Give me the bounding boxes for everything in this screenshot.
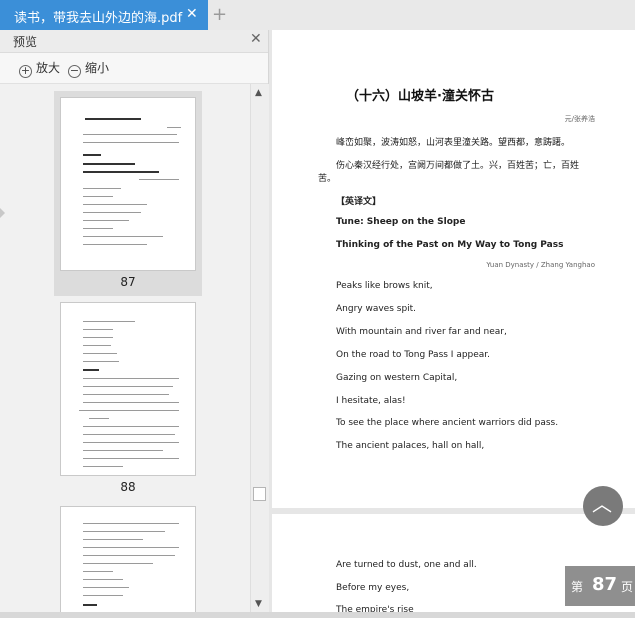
zoom-toolbar: + 放大 − 缩小: [0, 53, 268, 84]
tab-bar: 读书，带我去山外边的海.pdf ✕ +: [0, 0, 635, 31]
english-title-1: Tune: Sheep on the Slope: [336, 217, 466, 227]
poem-line: I hesitate, alas!: [336, 396, 406, 406]
section-heading: 【英译文】: [336, 197, 382, 207]
document-tab[interactable]: 读书，带我去山外边的海.pdf ✕: [0, 0, 208, 30]
back-to-top-button[interactable]: ︿: [583, 486, 623, 526]
page-indicator-prefix: 第: [571, 580, 584, 594]
poem-line: To see the place where ancient warriors …: [336, 418, 559, 428]
page-thumbnail-next[interactable]: [54, 500, 202, 618]
document-viewer[interactable]: （十六）山坡羊·潼关怀古 元/张养浩 峰峦如聚，波涛如怒，山河表里潼关路。望西都…: [269, 30, 635, 618]
page-thumbnail-87[interactable]: 87: [54, 91, 202, 296]
thumbnail-page-number: 88: [120, 480, 136, 494]
page-thumbnail-88[interactable]: 88: [54, 296, 202, 501]
thumbnail-page-image: [60, 97, 196, 271]
close-icon[interactable]: ✕: [186, 6, 198, 22]
document-page: （十六）山坡羊·潼关怀古 元/张养浩 峰峦如聚，波涛如怒，山河表里潼关路。望西都…: [272, 30, 635, 508]
poem-line: With mountain and river far and near,: [336, 327, 507, 337]
thumbnail-page-image: [60, 302, 196, 476]
poem-title: （十六）山坡羊·潼关怀古: [346, 89, 494, 104]
poem-line: 苦。: [318, 174, 337, 184]
zoom-out-button[interactable]: − 缩小: [68, 59, 109, 78]
scroll-up-icon[interactable]: ▲: [255, 88, 262, 98]
poem-line: Angry waves spit.: [336, 304, 417, 314]
poem-line: 峰峦如聚，波涛如怒，山河表里潼关路。望西都，意踌躇。: [336, 138, 571, 148]
scrollbar-thumb[interactable]: [253, 487, 266, 501]
zoom-in-icon: +: [19, 64, 32, 78]
new-tab-icon[interactable]: +: [212, 4, 227, 25]
chevron-up-icon: ︿: [592, 492, 612, 516]
poem-author: 元/张养浩: [564, 115, 595, 123]
poem-line: On the road to Tong Pass I appear.: [336, 350, 491, 360]
poem-line: Gazing on western Capital,: [336, 373, 458, 383]
zoom-in-button[interactable]: + 放大: [19, 59, 60, 78]
scroll-down-icon[interactable]: ▼: [255, 599, 262, 609]
poem-line: 伤心秦汉经行处，宫阙万间都做了土。兴，百姓苦；亡，百姓: [336, 161, 580, 171]
sidebar-close-icon[interactable]: ✕: [250, 31, 262, 47]
thumbnail-page-image: [60, 506, 196, 618]
thumbnail-page-number: 87: [120, 275, 136, 289]
preview-sidebar: 预览 ✕ + 放大 − 缩小 87 88 ▲ ▼: [0, 30, 269, 618]
poem-line: Are turned to dust, one and all.: [336, 560, 477, 570]
english-title-2: Thinking of the Past on My Way to Tong P…: [336, 240, 564, 250]
thumbnail-list: 87 88: [0, 84, 250, 618]
sidebar-header: 预览 ✕: [0, 30, 268, 53]
tab-title: 读书，带我去山外边的海.pdf: [14, 11, 183, 26]
poem-line: The ancient palaces, hall on hall,: [336, 441, 485, 451]
translation-credit: Yuan Dynasty / Zhang Yanghao: [486, 261, 595, 269]
poem-line: Before my eyes,: [336, 583, 410, 593]
sidebar-title: 预览: [13, 35, 38, 49]
zoom-out-icon: −: [68, 64, 81, 78]
page-indicator: 第 87 页: [565, 566, 635, 606]
zoom-out-label: 缩小: [85, 61, 110, 75]
current-page-number: 87: [592, 574, 618, 595]
collapse-handle-icon[interactable]: [0, 208, 5, 218]
horizontal-scrollbar[interactable]: [0, 612, 635, 618]
thumbnail-scrollbar[interactable]: ▲ ▼: [250, 84, 269, 618]
poem-line: Peaks like brows knit,: [336, 281, 433, 291]
page-indicator-suffix: 页: [621, 580, 634, 594]
zoom-in-label: 放大: [36, 61, 61, 75]
